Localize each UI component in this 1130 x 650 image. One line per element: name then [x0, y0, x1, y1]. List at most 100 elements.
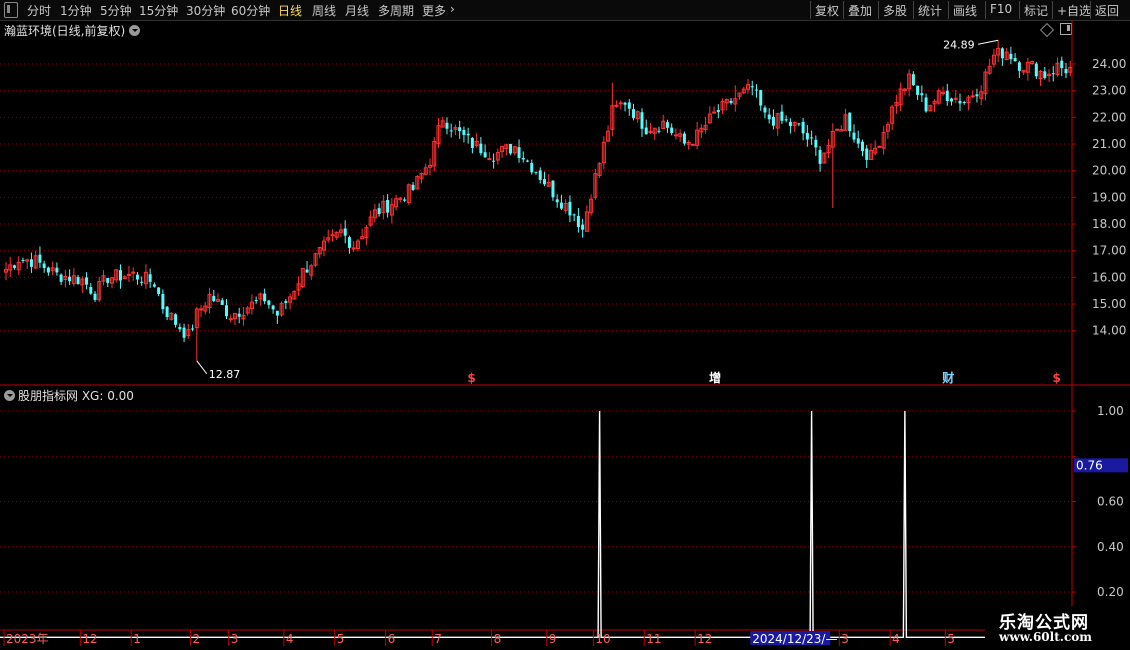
- candle-body: [856, 138, 860, 144]
- candle-body: [85, 277, 89, 285]
- candle-body: [517, 147, 521, 159]
- candle-body: [254, 300, 258, 302]
- candle-body: [466, 133, 470, 136]
- candle-body: [759, 90, 763, 106]
- candle-body: [763, 107, 767, 113]
- candle-body: [148, 274, 152, 282]
- chart-canvas[interactable]: 24.89 12.87 $ 增 财 $ 14.00 15.00 16.00 17.00 18.0…: [0, 0, 1130, 650]
- date-tick-label: 5: [947, 632, 955, 646]
- event-marker-item[interactable]: $: [1053, 371, 1061, 385]
- watermark-url: www.60lt.com: [999, 630, 1092, 644]
- date-tick-label: 4: [286, 632, 294, 646]
- watermark: 乐淘公式网 www.60lt.com: [985, 606, 1130, 650]
- candle-body: [797, 123, 801, 125]
- candle-body: [199, 308, 204, 311]
- candle-body: [21, 259, 25, 261]
- candle-body: [920, 93, 924, 96]
- indicator-tick-label: 0.60: [1097, 495, 1124, 509]
- candle-body: [305, 269, 309, 273]
- candle-body: [29, 259, 33, 267]
- candle-body: [644, 127, 648, 135]
- date-cursor-label: 2024/12/23/—: [752, 632, 837, 646]
- price-tick-label: 18.00: [1092, 217, 1126, 231]
- candle-body: [911, 74, 915, 86]
- date-tick-label: 6: [388, 632, 396, 646]
- candle-body: [267, 300, 271, 305]
- candle-body: [68, 276, 72, 282]
- candle-body: [1013, 58, 1017, 62]
- candle-body: [191, 328, 195, 330]
- candle-body: [275, 310, 279, 316]
- high-price-label: 24.89: [943, 38, 975, 51]
- cursor-value-label: 0.76: [1076, 458, 1103, 472]
- candle-body: [106, 277, 110, 283]
- candle-body: [487, 158, 492, 161]
- low-marker-line: [196, 360, 208, 375]
- date-tick-label: 12: [82, 632, 97, 646]
- candle-body: [614, 104, 619, 107]
- candle-body: [788, 121, 792, 127]
- candle-body: [12, 265, 16, 268]
- candle-body: [865, 148, 869, 160]
- date-tick-label: 10: [595, 632, 610, 646]
- candle-body: [479, 143, 483, 154]
- candle-body: [458, 127, 462, 132]
- candle-body: [263, 293, 267, 302]
- candle-body: [810, 137, 814, 139]
- candle-body: [716, 110, 720, 113]
- candle-body: [93, 293, 97, 300]
- candle-body: [682, 133, 686, 144]
- indicator-tick-label: 0.20: [1097, 585, 1124, 599]
- candle-body: [462, 129, 466, 135]
- candle-body: [212, 296, 216, 302]
- candle-body: [165, 306, 169, 318]
- candle-body: [178, 326, 182, 330]
- candle-body: [848, 112, 852, 132]
- candle-body: [627, 102, 631, 109]
- candle-body: [509, 143, 513, 154]
- candle-body: [852, 132, 856, 140]
- candle-body: [729, 100, 733, 104]
- candle-body: [492, 160, 496, 162]
- candle-body: [330, 234, 335, 237]
- candle-body: [551, 180, 555, 198]
- candle-body: [576, 215, 580, 228]
- price-tick-label: 17.00: [1092, 244, 1126, 258]
- date-tick-label: 4: [892, 632, 900, 646]
- candle-body: [805, 132, 809, 140]
- candle-body: [521, 157, 525, 160]
- date-tick-label: 9: [549, 632, 557, 646]
- candle-body: [59, 274, 63, 282]
- candle-body: [555, 199, 559, 203]
- candle-body: [945, 90, 949, 102]
- candle-body: [712, 111, 717, 114]
- candle-body: [771, 116, 775, 126]
- event-marker-item[interactable]: $: [467, 371, 475, 385]
- date-tick-label: 1: [133, 632, 141, 646]
- candle-body: [89, 287, 93, 294]
- candle-body: [690, 143, 695, 146]
- candle-body: [174, 314, 178, 325]
- date-tick-label: 3: [231, 632, 239, 646]
- candle-body: [126, 273, 131, 276]
- date-tick-label: 2023年: [6, 632, 49, 646]
- candle-body: [42, 263, 46, 268]
- candle-body: [1043, 71, 1047, 78]
- candle-body: [970, 95, 975, 98]
- candle-body: [814, 139, 818, 148]
- date-tick-label: 7: [434, 632, 442, 646]
- candle-body: [445, 122, 449, 129]
- price-tick-label: 23.00: [1092, 84, 1126, 98]
- candle-body: [1009, 53, 1013, 60]
- candle-body: [284, 301, 288, 303]
- candle-body: [1034, 63, 1038, 77]
- candle-body: [538, 170, 542, 180]
- price-tick-label: 22.00: [1092, 110, 1126, 124]
- event-marker-item[interactable]: 增: [709, 370, 721, 385]
- event-marker-item[interactable]: 财: [941, 370, 954, 385]
- candle-body: [377, 208, 381, 215]
- date-tick-label: 11: [646, 632, 661, 646]
- candle-body: [449, 130, 453, 132]
- candle-body: [673, 134, 678, 137]
- candle-body: [152, 284, 156, 287]
